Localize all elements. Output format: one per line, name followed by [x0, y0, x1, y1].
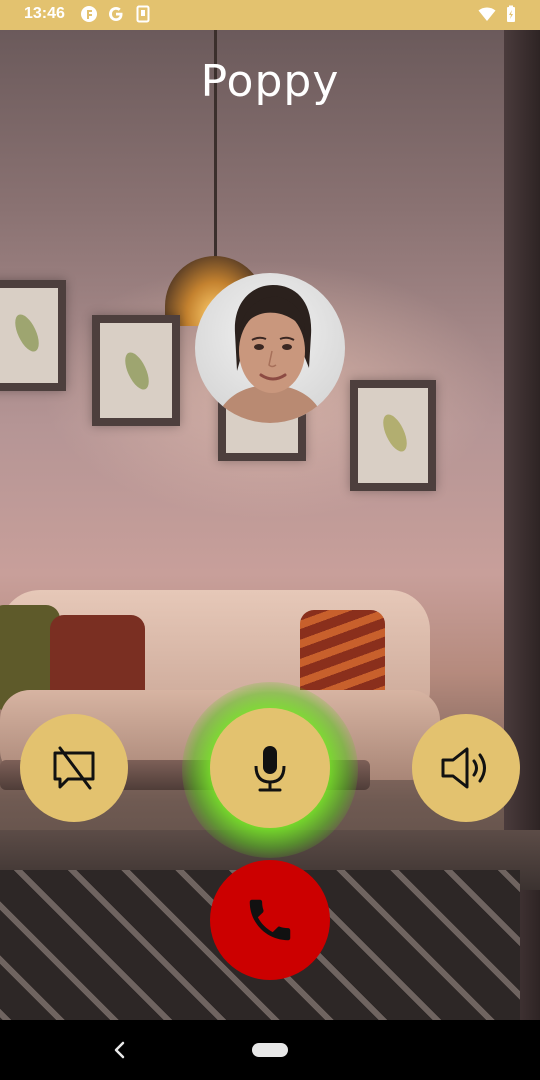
home-pill-icon[interactable] — [252, 1043, 288, 1057]
contact-avatar — [195, 273, 345, 423]
phone-icon — [249, 899, 291, 941]
contact-name: Poppy — [200, 56, 340, 107]
speaker-icon — [441, 747, 486, 789]
picture-frame — [92, 315, 180, 426]
status-bar: 13:46 — [0, 0, 540, 30]
battery-icon — [502, 5, 520, 23]
sim-card-icon — [134, 5, 152, 23]
end-call-button[interactable] — [210, 860, 330, 980]
google-icon — [107, 5, 125, 23]
picture-frame — [350, 380, 436, 491]
microphone-button[interactable] — [210, 708, 330, 828]
microphone-icon — [254, 746, 286, 792]
picture-frame — [0, 280, 66, 391]
wifi-icon — [478, 5, 496, 23]
back-icon[interactable] — [108, 1036, 132, 1064]
status-time: 13:46 — [24, 5, 65, 22]
speaker-button[interactable] — [412, 714, 520, 822]
chat-off-button[interactable] — [20, 714, 128, 822]
f-app-icon — [80, 5, 98, 23]
chat-off-icon — [53, 746, 95, 790]
